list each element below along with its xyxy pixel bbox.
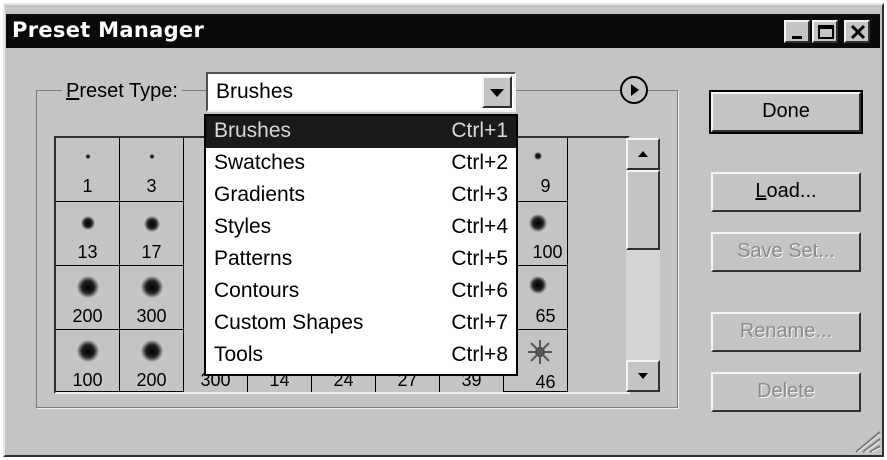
save-set-button[interactable]: Save Set... bbox=[711, 232, 861, 272]
brush-size: 1 bbox=[82, 176, 93, 196]
grid-scrollbar[interactable] bbox=[626, 138, 660, 392]
dropdown-item-shortcut: Ctrl+4 bbox=[451, 215, 508, 238]
brush-cell[interactable]: 1 bbox=[56, 138, 120, 202]
dropdown-item-swatches[interactable]: Swatches Ctrl+2 bbox=[206, 148, 516, 180]
scroll-up-button[interactable] bbox=[626, 138, 660, 170]
brush-tip-icon bbox=[143, 216, 160, 232]
brush-size: 13 bbox=[77, 242, 98, 262]
dropdown-item-shortcut: Ctrl+5 bbox=[451, 247, 508, 270]
dropdown-item-label: Styles bbox=[214, 215, 272, 238]
dropdown-item-shortcut: Ctrl+3 bbox=[451, 183, 508, 206]
dropdown-item-label: Gradients bbox=[214, 183, 306, 206]
dropdown-item-label: Brushes bbox=[214, 119, 292, 142]
preset-menu-button[interactable] bbox=[620, 76, 648, 104]
dropdown-item-shortcut: Ctrl+8 bbox=[451, 343, 508, 366]
brush-cell[interactable]: 3 bbox=[120, 138, 184, 202]
rename-button[interactable]: Rename... bbox=[711, 312, 861, 352]
close-icon bbox=[850, 24, 866, 40]
dropdown-item-patterns[interactable]: Patterns Ctrl+5 bbox=[206, 244, 516, 276]
dropdown-item-label: Contours bbox=[214, 279, 300, 302]
brush-tip-icon bbox=[80, 216, 95, 230]
load-button[interactable]: Load... bbox=[711, 172, 861, 212]
scroll-thumb[interactable] bbox=[626, 170, 660, 250]
resize-grip-icon[interactable] bbox=[852, 426, 882, 454]
brush-cell[interactable]: 300 bbox=[120, 266, 184, 330]
brush-cell[interactable]: 100 bbox=[56, 330, 120, 392]
dropdown-item-label: Tools bbox=[214, 343, 264, 366]
dropdown-item-gradients[interactable]: Gradients Ctrl+3 bbox=[206, 180, 516, 212]
chevron-down-icon bbox=[490, 89, 504, 97]
minimize-icon bbox=[792, 36, 802, 39]
dropdown-item-shortcut: Ctrl+6 bbox=[451, 279, 508, 302]
brush-size: 9 bbox=[540, 176, 551, 196]
window-title: Preset Manager bbox=[12, 18, 205, 42]
close-button[interactable] bbox=[844, 20, 870, 43]
brush-tip-icon bbox=[149, 154, 154, 159]
preset-type-label: Preset Type: bbox=[62, 80, 182, 103]
minimize-button[interactable] bbox=[784, 20, 810, 43]
brush-size: 3 bbox=[146, 176, 157, 196]
dropdown-item-label: Patterns bbox=[214, 247, 293, 270]
up-arrow-icon bbox=[638, 151, 648, 157]
load-label: oad... bbox=[766, 180, 817, 202]
done-button[interactable]: Done bbox=[709, 90, 863, 134]
preset-type-label-mnemonic: P bbox=[66, 80, 80, 102]
dropdown-item-shortcut: Ctrl+2 bbox=[451, 151, 508, 174]
brush-cell[interactable]: 200 bbox=[120, 330, 184, 392]
brush-size: 65 bbox=[535, 306, 556, 326]
preset-type-value: Brushes bbox=[216, 80, 294, 103]
scatter-brush-icon bbox=[528, 340, 552, 364]
dropdown-item-shortcut: Ctrl+1 bbox=[451, 119, 508, 142]
brush-tip-icon bbox=[140, 340, 163, 362]
brush-tip-icon bbox=[76, 340, 99, 362]
preset-type-dropdown-list[interactable]: Brushes Ctrl+1 Swatches Ctrl+2 Gradients… bbox=[204, 114, 518, 376]
brush-cell[interactable]: 200 bbox=[56, 266, 120, 330]
dropdown-item-label: Swatches bbox=[214, 151, 306, 174]
maximize-button[interactable] bbox=[812, 20, 838, 43]
dropdown-arrow-button[interactable] bbox=[482, 76, 512, 108]
brush-tip-icon bbox=[529, 214, 547, 232]
brush-cell[interactable]: 13 bbox=[56, 202, 120, 266]
brush-size: 100 bbox=[72, 370, 103, 390]
brush-tip-icon bbox=[85, 154, 90, 159]
dropdown-item-styles[interactable]: Styles Ctrl+4 bbox=[206, 212, 516, 244]
preset-type-label-text: reset Type: bbox=[79, 80, 178, 102]
brush-size: 100 bbox=[532, 242, 563, 262]
right-arrow-circle-icon bbox=[631, 84, 639, 96]
dropdown-item-shortcut: Ctrl+7 bbox=[451, 311, 508, 334]
dropdown-item-custom-shapes[interactable]: Custom Shapes Ctrl+7 bbox=[206, 308, 516, 340]
preset-type-select[interactable]: Brushes bbox=[206, 72, 516, 112]
brush-size: 200 bbox=[72, 306, 103, 326]
brush-tip-icon bbox=[76, 276, 99, 298]
dropdown-item-label: Custom Shapes bbox=[214, 311, 364, 334]
brush-size: 300 bbox=[136, 306, 167, 326]
brush-tip-icon bbox=[534, 152, 542, 160]
load-mnemonic: L bbox=[755, 180, 767, 202]
brush-tip-icon bbox=[140, 276, 163, 298]
down-arrow-icon bbox=[638, 373, 648, 379]
delete-button[interactable]: Delete bbox=[711, 372, 861, 412]
brush-size: 46 bbox=[535, 372, 556, 392]
dropdown-item-brushes[interactable]: Brushes Ctrl+1 bbox=[206, 116, 516, 148]
title-bar[interactable]: Preset Manager bbox=[6, 14, 880, 48]
brush-cell[interactable]: 17 bbox=[120, 202, 184, 266]
brush-size: 17 bbox=[141, 242, 162, 262]
dropdown-item-tools[interactable]: Tools Ctrl+8 bbox=[206, 340, 516, 372]
dropdown-item-contours[interactable]: Contours Ctrl+6 bbox=[206, 276, 516, 308]
brush-size: 200 bbox=[136, 370, 167, 390]
maximize-icon bbox=[818, 25, 834, 39]
brush-tip-icon bbox=[529, 276, 547, 294]
scroll-down-button[interactable] bbox=[626, 360, 660, 392]
